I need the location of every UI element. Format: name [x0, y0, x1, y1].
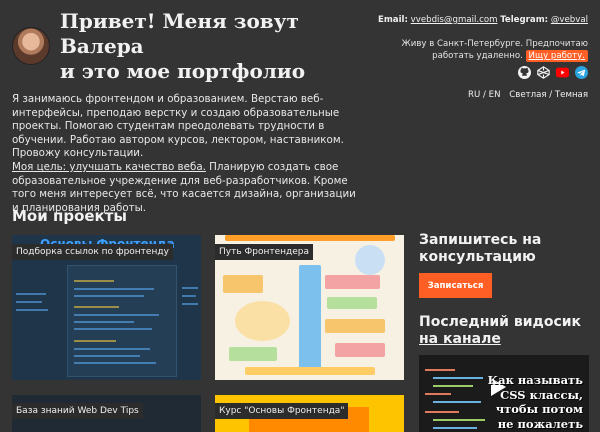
lang-separator: /: [483, 90, 486, 100]
location-text: Живу в Санкт-Петербурге. Предпочитаю раб…: [388, 38, 588, 62]
telegram-label: Telegram:: [500, 15, 549, 25]
project-card-frontend-path[interactable]: Путь Фронтендера: [215, 235, 404, 380]
intro-paragraph-1: Я занимаюсь фронтендом и образованием. В…: [12, 93, 344, 160]
theme-dark[interactable]: Темная: [555, 90, 588, 100]
video-heading-prefix: Последний видосик: [419, 314, 582, 330]
project-card-label: Курс "Основы Фронтенда": [215, 403, 349, 419]
goal-link[interactable]: Моя цель: улучшать качество веба.: [12, 161, 206, 173]
youtube-icon[interactable]: [556, 66, 569, 79]
lang-en[interactable]: EN: [489, 90, 501, 100]
email-link[interactable]: vvebdis@gmail.com: [411, 15, 498, 25]
projects-heading: Мои проекты: [12, 207, 127, 225]
video-thumbnail[interactable]: Как называть CSS классы, чтобы потом не …: [419, 355, 589, 432]
project-card-label: Подборка ссылок по фронтенду: [12, 244, 173, 260]
card-thumb-sidebar-right: [182, 283, 200, 373]
card-thumb-sidebar: [16, 283, 52, 373]
page-title: Привет! Меня зовут Валера и это мое порт…: [60, 9, 340, 84]
video-heading: Последний видосик на канале: [419, 314, 594, 348]
github-icon[interactable]: [518, 66, 531, 79]
card-thumb-panel: [67, 265, 177, 377]
social-links: [518, 66, 588, 79]
telegram-link[interactable]: @vebval: [551, 15, 588, 25]
title-line-3: и это мое портфолио: [60, 59, 306, 83]
job-search-badge[interactable]: Ищу работу.: [525, 50, 588, 62]
channel-link[interactable]: на канале: [419, 331, 501, 347]
project-card-label: База знаний Web Dev Tips: [12, 403, 143, 419]
signup-button[interactable]: Записаться: [419, 273, 492, 298]
avatar: [12, 27, 50, 65]
title-line-1: Привет! Меня зовут: [60, 9, 299, 33]
theme-switcher: Светлая / Темная: [509, 90, 588, 100]
intro-text: Я занимаюсь фронтендом и образованием. В…: [12, 93, 364, 215]
theme-light[interactable]: Светлая: [509, 90, 546, 100]
theme-separator: /: [549, 90, 553, 100]
title-line-2: Валера: [60, 34, 144, 58]
project-card-label: Путь Фронтендера: [215, 244, 314, 260]
project-card-frontend-links[interactable]: Основы Фронтенда Подборка ссылок по фрон…: [12, 235, 201, 380]
contacts: Email: vvebdis@gmail.com Telegram: @vebv…: [378, 15, 588, 25]
lang-ru[interactable]: RU: [468, 90, 480, 100]
consult-heading: Запишитесь на консультацию: [419, 232, 542, 265]
email-label: Email:: [377, 15, 408, 25]
telegram-icon[interactable]: [575, 66, 588, 79]
project-card-frontend-course[interactable]: Курс "Основы Фронтенда": [215, 395, 404, 432]
codepen-icon[interactable]: [537, 66, 550, 79]
video-thumb-text: Как называть CSS классы, чтобы потом не …: [487, 373, 583, 431]
language-switcher: RU / EN: [468, 90, 501, 100]
project-card-web-dev-tips[interactable]: База знаний Web Dev Tips: [12, 395, 201, 432]
